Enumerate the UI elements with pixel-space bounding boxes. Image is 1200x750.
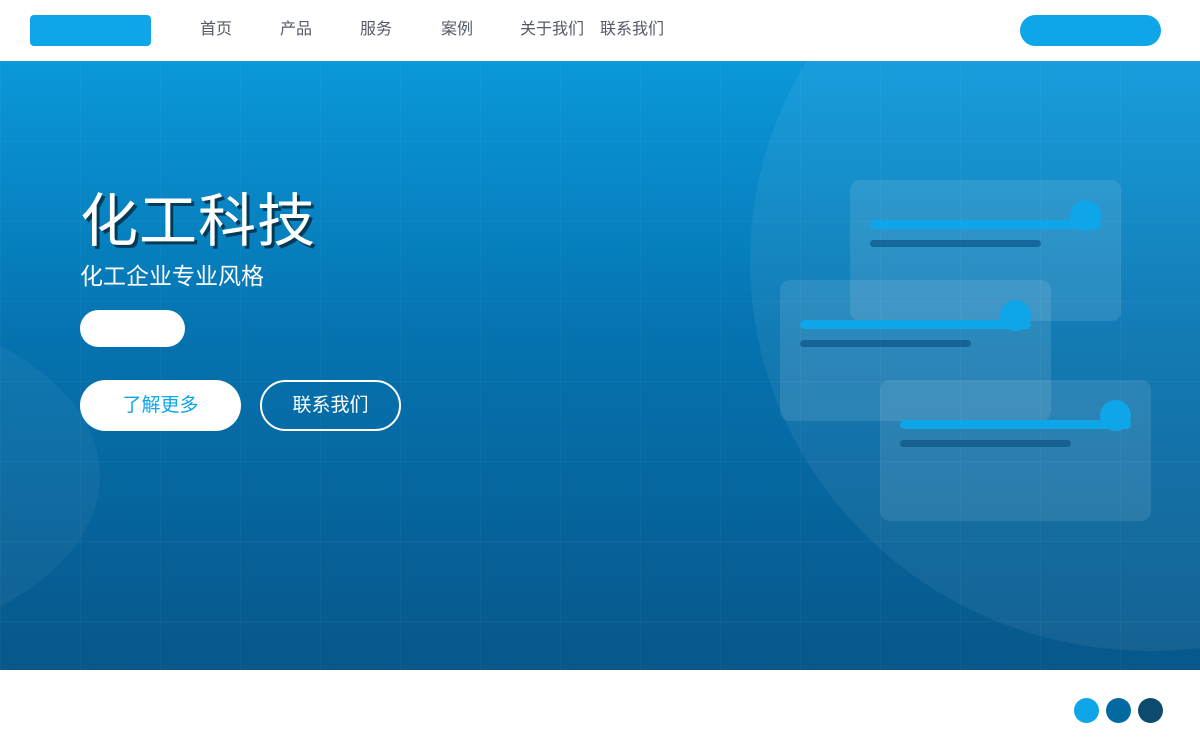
- nav-item-about[interactable]: 关于我们: [520, 18, 584, 40]
- card-dot-icon: [1100, 400, 1131, 431]
- nav-item-cases[interactable]: 案例: [441, 18, 473, 40]
- hero-tag-pill[interactable]: [80, 310, 185, 347]
- nav-item-contact[interactable]: 联系我们: [600, 18, 664, 40]
- color-swatch-dark: [1138, 698, 1163, 723]
- card-accent-bar: [870, 220, 1101, 229]
- top-navigation-bar: 首页 产品 服务 案例 关于我们 联系我们: [0, 0, 1200, 61]
- nav-item-services[interactable]: 服务: [360, 18, 392, 40]
- card-dot-icon: [1070, 200, 1101, 231]
- color-swatch-primary: [1074, 698, 1099, 723]
- card-text-line: [800, 340, 971, 347]
- header-cta-button[interactable]: [1020, 15, 1161, 46]
- card-text-line: [900, 440, 1071, 447]
- card-text-line: [870, 240, 1041, 247]
- hero-banner: 化工科技 化工企业专业风格 了解更多 联系我们: [0, 61, 1200, 670]
- card-accent-bar: [900, 420, 1131, 429]
- nav-item-home[interactable]: 首页: [200, 18, 232, 40]
- hero-subtitle: 化工企业专业风格: [80, 264, 264, 290]
- contact-us-button[interactable]: 联系我们: [260, 380, 401, 431]
- card-dot-icon: [1000, 300, 1031, 331]
- logo[interactable]: [30, 15, 151, 46]
- color-swatch-secondary: [1106, 698, 1131, 723]
- info-card: [880, 380, 1151, 521]
- card-accent-bar: [800, 320, 1031, 329]
- hero-title: 化工科技: [80, 187, 317, 255]
- nav-item-products[interactable]: 产品: [280, 18, 312, 40]
- color-palette-strip: [0, 670, 1200, 750]
- learn-more-button[interactable]: 了解更多: [80, 380, 241, 431]
